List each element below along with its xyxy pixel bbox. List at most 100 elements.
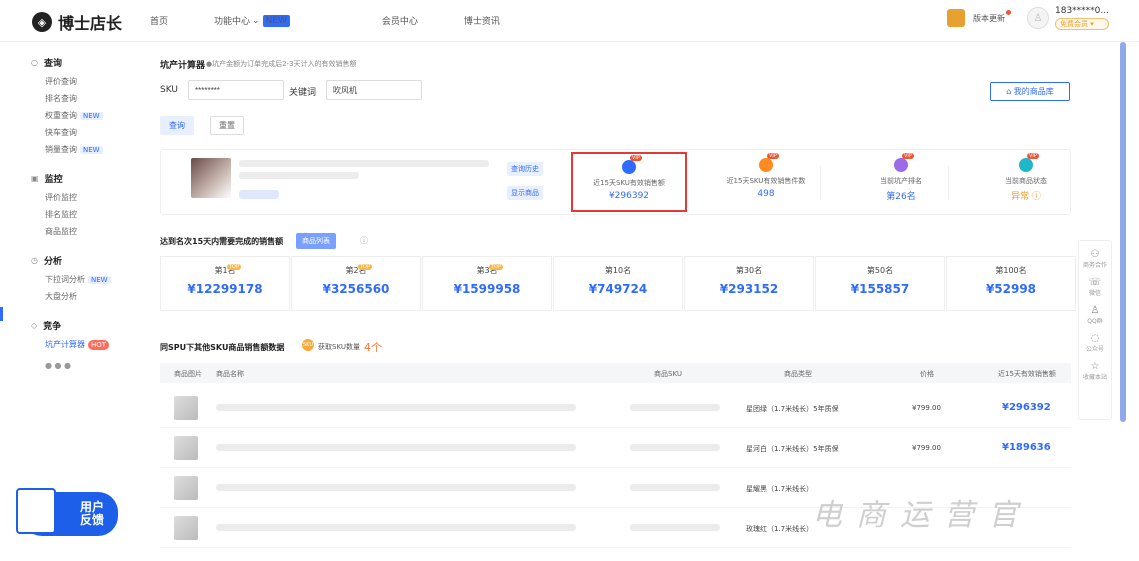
sidebar-item-express-query[interactable]: 快车查询 (31, 124, 140, 141)
rank-label: 第2名 (345, 266, 367, 275)
rank-value: ¥52998 (985, 282, 1037, 296)
floating-item[interactable]: ☏ 微信 (1079, 277, 1111, 297)
spu-section-title: 同SPU下其他SKU商品销售额数据 (160, 343, 285, 352)
table-header: 商品图片 商品名称 商品SKU 商品类型 价格 近15天有效销售额 (160, 363, 1071, 383)
row-type: 玫瑰红（1.7米线长） (746, 525, 814, 533)
product-title-blurred (239, 160, 489, 167)
top-bar: ◈ 博士店长 首页 功能中心 ⌄ NEW 会员中心 博士资讯 版本更新 ♙ 183*… (0, 0, 1139, 42)
logo[interactable]: ◈ 博士店长 (32, 10, 122, 34)
hot-tag: HOT (88, 339, 110, 350)
query-history-button[interactable]: 查询历史 (507, 162, 543, 176)
sidebar-group-monitor: ▣ 监控 评价监控 排名监控 商品监控 (15, 172, 140, 240)
reset-button[interactable]: 重置 (210, 116, 244, 135)
sku-label: SKU (160, 85, 178, 95)
row-sku-blurred (630, 484, 720, 491)
floating-label: QQ群 (1087, 318, 1103, 325)
product-list-button[interactable]: 商品列表 (296, 233, 336, 249)
metric-pit-rank: VIP 当前坑产排名 第26名 (843, 152, 959, 212)
rank-label: 第1名 (214, 266, 236, 275)
sidebar-item-rank-query[interactable]: 排名查询 (31, 90, 140, 107)
user-feedback-button[interactable]: 用户 反馈 (16, 488, 118, 536)
top-badge: TOP (358, 264, 373, 270)
metric-value: 第26名 (886, 192, 916, 202)
box-icon: VIP (759, 153, 779, 172)
sku-input[interactable] (188, 80, 284, 100)
nav-member-center[interactable]: 会员中心 (382, 14, 418, 27)
floating-item[interactable]: ♙ QQ群 (1079, 305, 1111, 325)
rank-label: 第30名 (735, 266, 763, 275)
show-product-button[interactable]: 显示商品 (507, 186, 543, 200)
floating-label: 商务合作 (1082, 262, 1107, 269)
user-info[interactable]: 183*****0... 免费会员 ▾ (1055, 6, 1109, 30)
sidebar-item-product-monitor[interactable]: 商品监控 (31, 223, 140, 240)
sidebar-group-title: ◷ 分析 (31, 254, 140, 267)
nav-home[interactable]: 首页 (150, 14, 168, 27)
main-nav: 首页 功能中心 ⌄ NEW 会员中心 博士资讯 (150, 14, 546, 27)
more-dots[interactable]: ● ● ● (15, 361, 140, 370)
page-title: 坑产计算器 (160, 61, 206, 71)
nav-news[interactable]: 博士资讯 (464, 14, 500, 27)
keyword-input[interactable] (326, 80, 422, 100)
floating-label: 公众号 (1085, 346, 1104, 353)
row-name-blurred (216, 404, 576, 411)
sidebar-item-pit-calculator[interactable]: 坑产计算器 HOT (31, 336, 140, 353)
version-update-link[interactable]: 版本更新 (973, 9, 1011, 24)
rank-value: ¥12299178 (187, 282, 263, 296)
sku-count-value: 4个 (364, 341, 382, 354)
item-label: 坑产计算器 (45, 340, 85, 349)
rank-card: 第100名 ¥52998 (946, 256, 1076, 311)
rank-value: ¥293152 (719, 282, 779, 296)
row-sales: ¥189636 (1002, 442, 1051, 453)
metric-value: 498 (757, 189, 775, 199)
metric-value: ¥296392 (608, 191, 650, 201)
sidebar-item-weight-query[interactable]: 权重查询 NEW (31, 107, 140, 124)
my-product-library-button[interactable]: ⌂ 我的商品库 (990, 82, 1070, 101)
metric-label: 当前商品状态 (1005, 177, 1047, 185)
vip-badge: VIP (630, 155, 642, 161)
sidebar-item-market-analysis[interactable]: 大盘分析 (31, 288, 140, 305)
gift-icon[interactable] (947, 9, 965, 27)
nav-feature-center[interactable]: 功能中心 ⌄ NEW (214, 14, 336, 27)
rank-label: 第50名 (866, 266, 894, 275)
sidebar-group-competition: ◇ 竞争 坑产计算器 HOT (15, 319, 140, 353)
info-icon[interactable]: ⓘ (360, 235, 368, 246)
keyword-label: 关键词 (289, 88, 317, 98)
scrollbar[interactable] (1120, 42, 1126, 422)
top-badge: TOP (489, 264, 504, 270)
metric-label: 当前坑产排名 (880, 177, 922, 185)
sidebar-group-analysis: ◷ 分析 下拉词分析 NEW 大盘分析 (15, 254, 140, 305)
rank-label: 第100名 (995, 266, 1027, 275)
rank-card: 第50名 ¥155857 (815, 256, 945, 311)
sidebar: ○ 查询 评价查询 排名查询 权重查询 NEW 快车查询 销量查询 NEW ▣ 监控 评… (15, 42, 140, 547)
sidebar-item-review-query[interactable]: 评价查询 (31, 73, 140, 90)
clipboard-icon (16, 488, 56, 534)
query-button[interactable]: 查询 (160, 116, 194, 135)
floating-item[interactable]: ⚇ 商务合作 (1079, 249, 1111, 269)
nav-feature-label: 功能中心 (214, 17, 251, 27)
monitor-icon: ▣ (31, 174, 39, 183)
sidebar-group-title: ▣ 监控 (31, 172, 140, 185)
product-tag-blurred (239, 190, 279, 199)
table-row[interactable]: 星河白（1.7米线长）5年质保 ¥799.00 ¥189636 (160, 428, 1071, 468)
sidebar-item-rank-monitor[interactable]: 排名监控 (31, 206, 140, 223)
floating-icon: ♙ (1090, 305, 1100, 316)
rank-value: ¥155857 (850, 282, 910, 296)
floating-item[interactable]: ◌ 公众号 (1079, 333, 1111, 353)
watermark: 电商运营官 (812, 498, 1032, 533)
avatar[interactable]: ♙ (1027, 7, 1049, 29)
metric-product-status: VIP 当前商品状态 异常 ⓘ (968, 152, 1084, 212)
user-level-badge[interactable]: 免费会员 ▾ (1055, 18, 1109, 30)
row-sales: ¥296392 (1002, 402, 1051, 413)
vip-badge: VIP (767, 153, 779, 159)
metric-value[interactable]: 异常 ⓘ (968, 189, 1084, 202)
floating-item[interactable]: ☆ 收藏本站 (1079, 361, 1111, 381)
row-price: ¥799.00 (912, 444, 941, 452)
table-row[interactable]: 星团绿（1.7米线长）5年质保 ¥799.00 ¥296392 (160, 388, 1071, 428)
sidebar-item-dropdown-analysis[interactable]: 下拉词分析 NEW (31, 271, 140, 288)
yuan-icon: VIP (622, 155, 642, 174)
floating-icon: ◌ (1090, 333, 1100, 344)
rank-card: 第30名 ¥293152 (684, 256, 814, 311)
sidebar-item-review-monitor[interactable]: 评价监控 (31, 189, 140, 206)
row-thumbnail (174, 476, 198, 500)
sidebar-item-sales-query[interactable]: 销量查询 NEW (31, 141, 140, 158)
